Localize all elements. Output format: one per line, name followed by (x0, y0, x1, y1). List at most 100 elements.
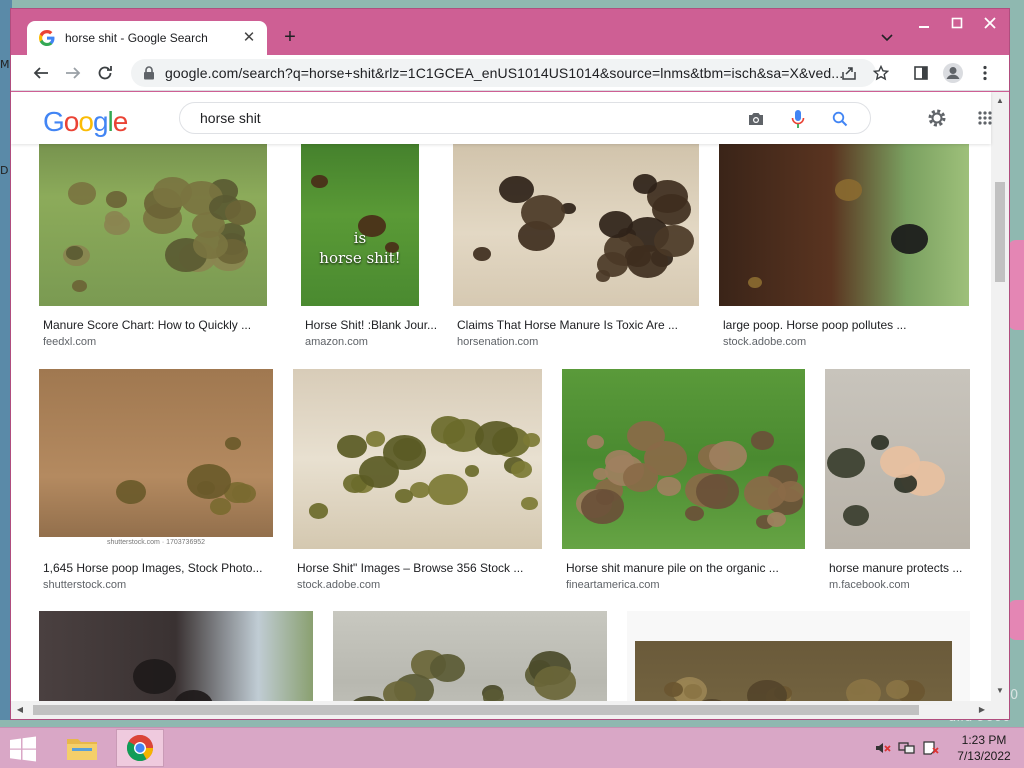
mic-icon[interactable] (788, 109, 808, 129)
thumbnail-shape (523, 433, 541, 448)
thumbnail-shape (66, 246, 83, 260)
image-result-card[interactable]: Horse shit manure pile on the organic ..… (562, 369, 805, 593)
result-caption[interactable]: Manure Score Chart: How to Quickly ... (43, 318, 251, 332)
result-source[interactable]: feedxl.com (43, 336, 96, 348)
result-thumbnail[interactable] (333, 611, 607, 701)
result-source[interactable]: horsenation.com (457, 336, 538, 348)
thumbnail-shape (521, 195, 566, 231)
url-text[interactable]: google.com/search?q=horse+shit&rlz=1C1GC… (165, 65, 876, 81)
thumbnail-shape (843, 504, 870, 526)
scroll-left-icon[interactable]: ◀ (15, 705, 25, 715)
system-clock[interactable]: 1:23 PM 7/13/2022 (950, 732, 1018, 764)
camera-icon[interactable] (746, 109, 766, 129)
sidebar-icon[interactable] (909, 61, 933, 85)
scrollbar-thumb[interactable] (995, 182, 1005, 282)
apps-icon[interactable] (973, 106, 997, 130)
star-icon[interactable] (869, 61, 893, 85)
thumbnail-shape (870, 434, 890, 450)
thumbnail-shape (395, 488, 414, 504)
result-caption[interactable]: 1,645 Horse poop Images, Stock Photo... (43, 561, 262, 575)
result-thumbnail[interactable] (635, 641, 952, 701)
vertical-scrollbar[interactable]: ▲ ▼ (991, 92, 1009, 701)
result-source[interactable]: stock.adobe.com (297, 579, 380, 591)
clock-date: 7/13/2022 (957, 749, 1011, 763)
share-icon[interactable] (839, 63, 859, 83)
h-scrollbar-thumb[interactable] (33, 705, 919, 715)
result-thumbnail[interactable] (39, 611, 313, 701)
thumbnail-shape (106, 191, 127, 208)
scroll-up-icon[interactable]: ▲ (995, 96, 1005, 106)
scroll-right-icon[interactable]: ▶ (977, 705, 987, 715)
result-thumbnail[interactable]: shutterstock.com · 1703736952 (39, 369, 273, 549)
result-thumbnail[interactable] (39, 124, 267, 306)
google-logo-letter: o (63, 106, 80, 137)
thumbnail-shape (67, 182, 97, 206)
browser-tab[interactable]: horse shit - Google Search ✕ (27, 21, 267, 55)
image-result-card[interactable] (333, 611, 607, 701)
result-thumbnail[interactable] (453, 124, 699, 306)
close-tab-icon[interactable]: ✕ (241, 30, 257, 46)
thumbnail-shape (482, 688, 505, 701)
network-icon[interactable] (898, 740, 916, 756)
address-bar[interactable]: google.com/search?q=horse+shit&rlz=1C1GC… (131, 59, 876, 87)
google-logo[interactable]: Google (43, 106, 128, 138)
profile-icon[interactable] (941, 61, 965, 85)
result-caption[interactable]: Claims That Horse Manure Is Toxic Are ..… (457, 318, 678, 332)
result-source[interactable]: m.facebook.com (829, 579, 910, 591)
result-caption[interactable]: horse manure protects ... (829, 561, 962, 575)
result-caption[interactable]: large poop. Horse poop pollutes ... (723, 318, 906, 332)
image-result-card[interactable] (627, 611, 970, 701)
image-result-card[interactable]: Claims That Horse Manure Is Toxic Are ..… (453, 124, 699, 350)
result-thumbnail[interactable] (719, 124, 969, 306)
back-icon[interactable] (29, 61, 53, 85)
forward-icon[interactable] (61, 61, 85, 85)
image-results-grid: Manure Score Chart: How to Quickly ... fe… (11, 92, 991, 701)
result-thumbnail[interactable] (562, 369, 805, 549)
result-source[interactable]: amazon.com (305, 336, 368, 348)
scroll-down-icon[interactable]: ▼ (995, 686, 1005, 696)
settings-icon[interactable] (925, 106, 949, 130)
result-caption[interactable]: Horse Shit" Images – Browse 356 Stock ..… (297, 561, 523, 575)
result-source[interactable]: fineartamerica.com (566, 579, 660, 591)
horizontal-scrollbar[interactable]: ◀ ▶ (11, 701, 1009, 719)
image-result-card[interactable]: shutterstock.com · 1703736952 1,645 Horse… (39, 369, 273, 593)
google-header: Google (11, 92, 992, 144)
volume-muted-icon[interactable] (874, 740, 892, 756)
chrome-icon[interactable] (116, 729, 164, 767)
result-thumbnail[interactable] (825, 369, 970, 549)
result-thumbnail[interactable]: is horse shit! (301, 124, 419, 306)
google-favicon (39, 30, 55, 46)
file-explorer-icon[interactable] (58, 729, 106, 767)
minimize-icon[interactable] (908, 9, 940, 37)
image-result-card[interactable]: Manure Score Chart: How to Quickly ... fe… (39, 124, 267, 350)
image-result-card[interactable]: Horse Shit" Images – Browse 356 Stock ..… (293, 369, 542, 593)
new-tab-icon[interactable]: + (279, 26, 301, 48)
result-source[interactable]: stock.adobe.com (723, 336, 806, 348)
search-input[interactable] (200, 110, 720, 126)
lock-icon[interactable] (143, 66, 155, 80)
maximize-icon[interactable] (941, 9, 973, 37)
result-source[interactable]: shutterstock.com (43, 579, 126, 591)
windows-start-icon[interactable] (8, 736, 38, 762)
thumbnail-shape (845, 678, 882, 701)
close-window-icon[interactable] (974, 9, 1006, 37)
image-result-card[interactable]: large poop. Horse poop pollutes ... stock… (719, 124, 969, 350)
search-icon[interactable] (830, 109, 850, 129)
image-result-card[interactable] (39, 611, 313, 701)
result-caption[interactable]: Horse Shit! :Blank Jour... (305, 318, 437, 332)
more-icon[interactable] (973, 61, 997, 85)
image-result-card[interactable]: is horse shit! Horse Shit! :Blank Jour... a… (301, 124, 437, 350)
image-result-card[interactable]: horse manure protects ... m.facebook.com (825, 369, 970, 593)
thumbnail-overlay-text: shutterstock.com · 1703736952 (39, 537, 273, 549)
taskbar: 1:23 PM 7/13/2022 (0, 727, 1024, 768)
tab-search-icon[interactable] (877, 27, 897, 47)
result-caption[interactable]: Horse shit manure pile on the organic ..… (566, 561, 779, 575)
thumbnail-shape (337, 434, 367, 459)
overlay-line: is (353, 229, 367, 247)
thumbnail-shape (475, 421, 518, 455)
result-thumbnail[interactable] (293, 369, 542, 549)
thumbnail-shape (311, 174, 328, 189)
thumbnail-shape (225, 200, 257, 225)
action-center-icon[interactable] (922, 740, 940, 756)
reload-icon[interactable] (93, 61, 117, 85)
